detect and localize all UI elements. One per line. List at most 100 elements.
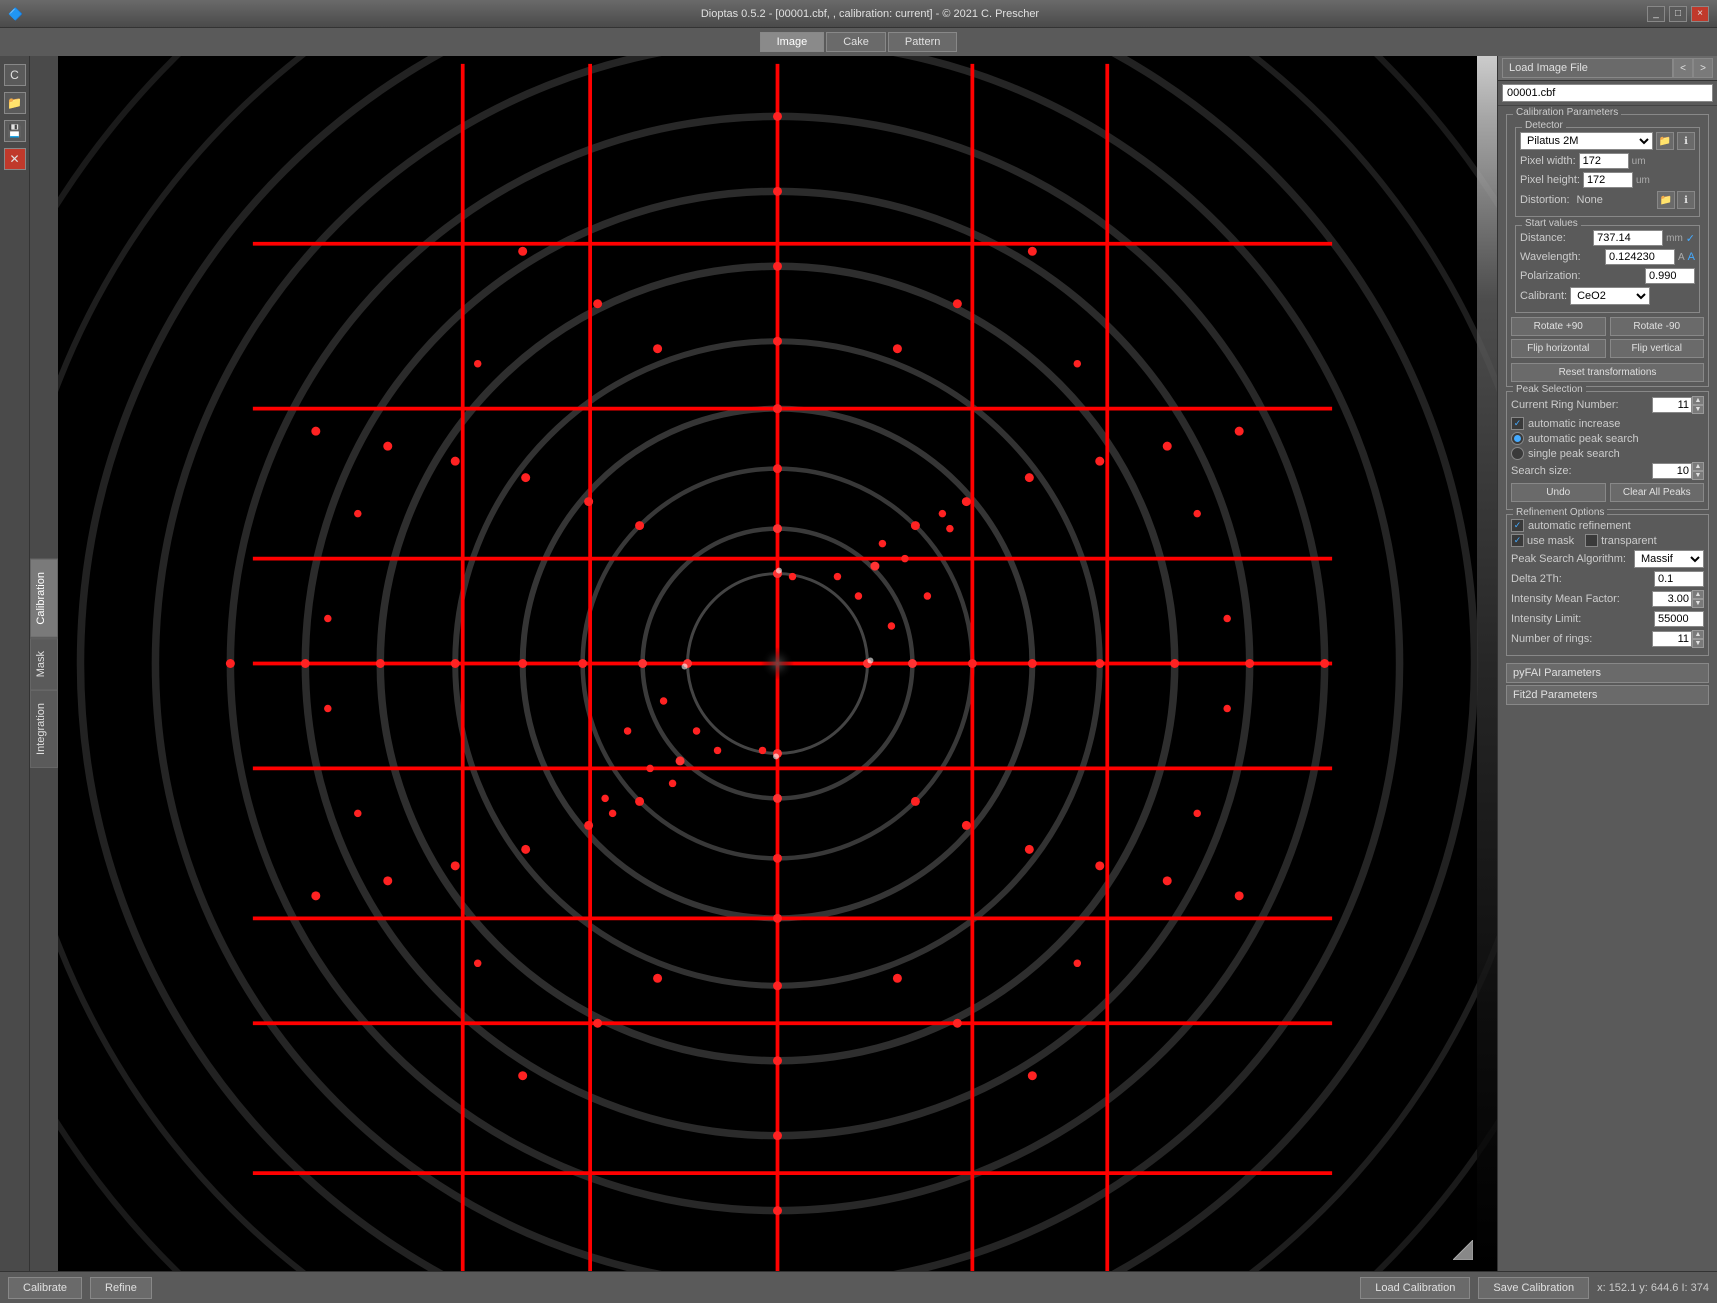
detector-row: Pilatus 2M 📁 ℹ bbox=[1520, 132, 1695, 150]
icon-close[interactable]: ✕ bbox=[4, 148, 26, 170]
rotate-neg-button[interactable]: Rotate -90 bbox=[1610, 317, 1705, 336]
load-calibration-button[interactable]: Load Calibration bbox=[1360, 1277, 1470, 1299]
distortion-row: Distortion: None 📁 ℹ bbox=[1520, 191, 1695, 209]
distortion-info-icon[interactable]: ℹ bbox=[1677, 191, 1695, 209]
pyfai-params-button[interactable]: pyFAI Parameters bbox=[1506, 663, 1709, 683]
pixel-width-label: Pixel width: bbox=[1520, 155, 1576, 167]
calibrate-button[interactable]: Calibrate bbox=[8, 1277, 82, 1299]
minimize-button[interactable]: _ bbox=[1647, 6, 1665, 22]
refinement-options-label: Refinement Options bbox=[1513, 507, 1607, 518]
icon-save[interactable]: 💾 bbox=[4, 120, 26, 142]
distance-row: Distance: mm ✓ bbox=[1520, 230, 1695, 246]
ring-number-up[interactable]: ▲ bbox=[1692, 396, 1704, 405]
save-calibration-button[interactable]: Save Calibration bbox=[1478, 1277, 1589, 1299]
detector-info-icon[interactable]: ℹ bbox=[1677, 132, 1695, 150]
title-bar: 🔷 Dioptas 0.5.2 - [00001.cbf, , calibrat… bbox=[0, 0, 1717, 28]
transparent-checkbox[interactable] bbox=[1585, 534, 1598, 547]
undo-button[interactable]: Undo bbox=[1511, 483, 1606, 502]
search-size-input[interactable] bbox=[1652, 463, 1692, 479]
search-size-down[interactable]: ▼ bbox=[1692, 471, 1704, 480]
bottom-bar: Calibrate Refine Load Calibration Save C… bbox=[0, 1271, 1717, 1303]
clear-all-peaks-button[interactable]: Clear All Peaks bbox=[1610, 483, 1705, 502]
tab-cake[interactable]: Cake bbox=[826, 32, 886, 52]
histogram-bar[interactable] bbox=[1477, 56, 1497, 1271]
peak-selection-label: Peak Selection bbox=[1513, 384, 1586, 395]
file-input-row bbox=[1498, 81, 1717, 106]
fit2d-params-button[interactable]: Fit2d Parameters bbox=[1506, 685, 1709, 705]
vtab-mask[interactable]: Mask bbox=[30, 638, 58, 690]
intensity-mean-down[interactable]: ▼ bbox=[1692, 599, 1704, 608]
wavelength-input[interactable] bbox=[1605, 249, 1675, 265]
intensity-mean-spinner: ▲ ▼ bbox=[1652, 590, 1704, 608]
search-size-spinner: ▲ ▼ bbox=[1652, 462, 1704, 480]
use-mask-checkbox[interactable] bbox=[1511, 534, 1524, 547]
intensity-mean-label: Intensity Mean Factor: bbox=[1511, 593, 1620, 605]
polarization-input[interactable] bbox=[1645, 268, 1695, 284]
intensity-limit-input[interactable] bbox=[1654, 611, 1704, 627]
extra-buttons-section: pyFAI Parameters Fit2d Parameters bbox=[1502, 660, 1713, 708]
delta-2th-row: Delta 2Th: bbox=[1511, 571, 1704, 587]
nav-prev-button[interactable]: < bbox=[1673, 58, 1693, 78]
intensity-mean-up[interactable]: ▲ bbox=[1692, 590, 1704, 599]
peak-search-algo-label: Peak Search Algorithm: bbox=[1511, 553, 1626, 565]
search-size-label: Search size: bbox=[1511, 465, 1572, 477]
pixel-height-input[interactable] bbox=[1583, 172, 1633, 188]
load-image-header: Load Image File < > bbox=[1498, 56, 1717, 81]
tab-image[interactable]: Image bbox=[760, 32, 825, 52]
intensity-mean-spin-btns: ▲ ▼ bbox=[1692, 590, 1704, 608]
refine-button[interactable]: Refine bbox=[90, 1277, 152, 1299]
search-size-up[interactable]: ▲ bbox=[1692, 462, 1704, 471]
num-rings-input[interactable] bbox=[1652, 631, 1692, 647]
delta-2th-input[interactable] bbox=[1654, 571, 1704, 587]
distance-input[interactable] bbox=[1593, 230, 1663, 246]
distortion-folder-icon[interactable]: 📁 bbox=[1657, 191, 1675, 209]
nav-triangle[interactable] bbox=[1453, 1240, 1473, 1263]
flip-h-button[interactable]: Flip horizontal bbox=[1511, 339, 1606, 358]
pixel-width-input[interactable] bbox=[1579, 153, 1629, 169]
flip-v-button[interactable]: Flip vertical bbox=[1610, 339, 1705, 358]
rotate-pos-button[interactable]: Rotate +90 bbox=[1511, 317, 1606, 336]
single-peak-search-row: single peak search bbox=[1511, 447, 1704, 460]
close-button[interactable]: × bbox=[1691, 6, 1709, 22]
vtab-integration[interactable]: Integration bbox=[30, 690, 58, 768]
vtab-calibration[interactable]: Calibration bbox=[30, 559, 58, 638]
detector-folder-icon[interactable]: 📁 bbox=[1656, 132, 1674, 150]
auto-increase-row: automatic increase bbox=[1511, 417, 1704, 430]
app-icon: 🔷 bbox=[8, 7, 23, 21]
icon-folder[interactable]: 📁 bbox=[4, 92, 26, 114]
file-input[interactable] bbox=[1502, 84, 1713, 102]
auto-increase-checkbox[interactable] bbox=[1511, 417, 1524, 430]
intensity-mean-input[interactable] bbox=[1652, 591, 1692, 607]
maximize-button[interactable]: □ bbox=[1669, 6, 1687, 22]
num-rings-up[interactable]: ▲ bbox=[1692, 630, 1704, 639]
auto-peak-search-radio[interactable] bbox=[1511, 432, 1524, 445]
ring-number-input[interactable] bbox=[1652, 397, 1692, 413]
polarization-label: Polarization: bbox=[1520, 270, 1581, 282]
load-image-button[interactable]: Load Image File bbox=[1502, 58, 1673, 78]
distance-check: ✓ bbox=[1686, 232, 1695, 245]
status-text: x: 152.1 y: 644.6 I: 374 bbox=[1597, 1282, 1709, 1294]
peak-search-algo-select[interactable]: Massif Blob bbox=[1634, 550, 1704, 568]
ring-number-spin-btns: ▲ ▼ bbox=[1692, 396, 1704, 414]
single-peak-search-radio[interactable] bbox=[1511, 447, 1524, 460]
pixel-height-unit: um bbox=[1636, 175, 1650, 186]
window-controls: _ □ × bbox=[1647, 6, 1709, 22]
calibrant-select[interactable]: CeO2 LaB6 Si bbox=[1570, 287, 1650, 305]
ring-number-down[interactable]: ▼ bbox=[1692, 405, 1704, 414]
left-sidebar: C 📁 💾 ✕ bbox=[0, 56, 30, 1271]
diffraction-image bbox=[58, 56, 1497, 1271]
num-rings-spin-btns: ▲ ▼ bbox=[1692, 630, 1704, 648]
num-rings-row: Number of rings: ▲ ▼ bbox=[1511, 630, 1704, 648]
image-area[interactable] bbox=[58, 56, 1497, 1271]
num-rings-down[interactable]: ▼ bbox=[1692, 639, 1704, 648]
auto-refinement-checkbox[interactable] bbox=[1511, 519, 1524, 532]
tab-pattern[interactable]: Pattern bbox=[888, 32, 957, 52]
reset-transformations-button[interactable]: Reset transformations bbox=[1511, 363, 1704, 382]
num-rings-spinner: ▲ ▼ bbox=[1652, 630, 1704, 648]
icon-c[interactable]: C bbox=[4, 64, 26, 86]
detector-select[interactable]: Pilatus 2M bbox=[1520, 132, 1653, 150]
nav-next-button[interactable]: > bbox=[1693, 58, 1713, 78]
auto-refinement-label: automatic refinement bbox=[1528, 520, 1631, 532]
tab-bar: Image Cake Pattern bbox=[0, 28, 1717, 56]
calibration-params-label: Calibration Parameters bbox=[1513, 107, 1621, 118]
